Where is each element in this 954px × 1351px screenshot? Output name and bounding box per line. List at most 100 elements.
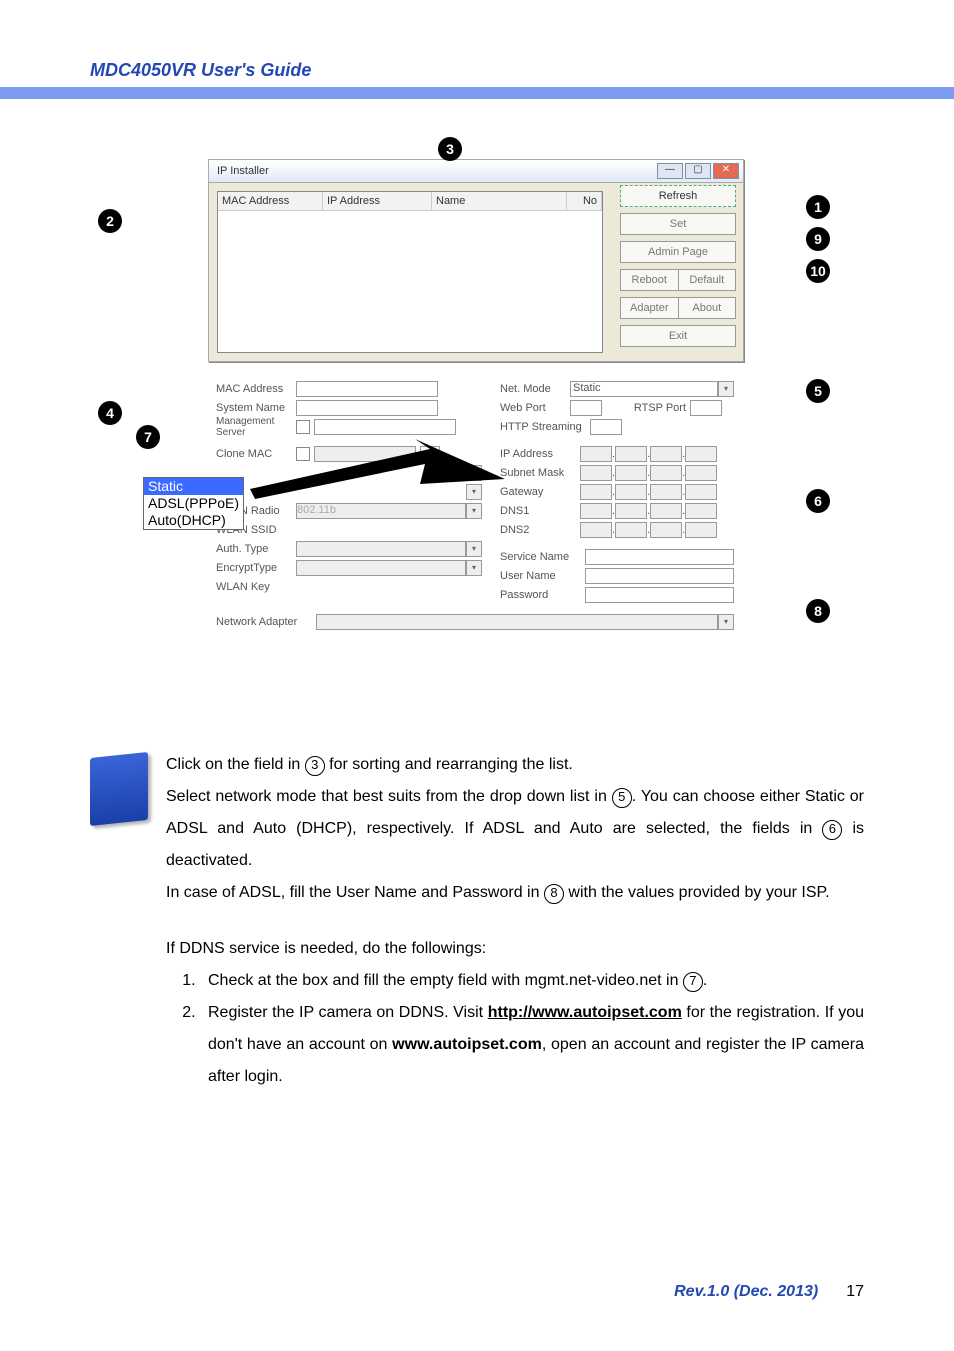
ip-address-label: IP Address (500, 448, 580, 460)
sm-4[interactable] (685, 465, 717, 481)
circle-8-icon: 8 (544, 884, 564, 904)
li2a: Register the IP camera on DDNS. Visit (208, 1004, 488, 1021)
net-mode-dropdown-icon[interactable]: ▾ (718, 381, 734, 397)
autoipset-link[interactable]: http://www.autoipset.com (488, 1004, 682, 1021)
system-name-input[interactable] (296, 400, 438, 416)
network-adapter-dropdown-icon[interactable]: ▾ (718, 614, 734, 630)
step-1: Check at the box and fill the empty fiel… (200, 965, 864, 997)
net-mode-option-static[interactable]: Static (144, 478, 243, 495)
page-header-title: MDC4050VR User's Guide (90, 60, 864, 81)
net-mode-option-adsl[interactable]: ADSL(PPPoE) (144, 495, 243, 512)
p3b: with the values provided by your ISP. (564, 884, 830, 901)
mac-address-input[interactable] (296, 381, 438, 397)
net-mode-select[interactable]: Static (570, 381, 718, 397)
d2-1[interactable] (580, 522, 612, 538)
d2-3[interactable] (650, 522, 682, 538)
gateway-label: Gateway (500, 486, 580, 498)
encrypt-type-dropdown-icon[interactable]: ▾ (466, 560, 482, 576)
d1-2[interactable] (615, 503, 647, 519)
system-name-label: System Name (216, 402, 296, 414)
reboot-button[interactable]: Reboot (621, 270, 679, 290)
circle-6-icon: 6 (822, 820, 842, 840)
sm-1[interactable] (580, 465, 612, 481)
default-button[interactable]: Default (679, 270, 736, 290)
li1a: Check at the box and fill the empty fiel… (208, 972, 683, 989)
gw-2[interactable] (615, 484, 647, 500)
circle-5-icon: 5 (612, 788, 632, 808)
device-list-header[interactable]: MAC Address IP Address Name No (218, 192, 602, 211)
refresh-button[interactable]: Refresh (620, 185, 736, 207)
adapter-button[interactable]: Adapter (621, 298, 679, 318)
window-titlebar: IP Installer — ▢ ✕ (209, 160, 743, 183)
gw-1[interactable] (580, 484, 612, 500)
action-buttons-panel: Refresh Set Admin Page Reboot Default Ad… (620, 185, 736, 347)
service-name-input[interactable] (585, 549, 734, 565)
ip-4[interactable] (685, 446, 717, 462)
device-list[interactable]: MAC Address IP Address Name No (217, 191, 603, 353)
rtsp-port-input[interactable] (690, 400, 722, 416)
ip-installer-figure: IP Installer — ▢ ✕ MAC Address IP Addres… (90, 129, 864, 689)
admin-page-button[interactable]: Admin Page (620, 241, 736, 263)
callout-1: 1 (806, 195, 830, 219)
p2a: Select network mode that best suits from… (166, 788, 612, 805)
user-name-input[interactable] (585, 568, 734, 584)
revision-text: Rev.1.0 (Dec. 2013) (674, 1283, 818, 1301)
li1b: . (703, 972, 707, 989)
callout-3: 3 (438, 137, 462, 161)
net-mode-option-auto[interactable]: Auto(DHCP) (144, 512, 243, 529)
callout-10: 10 (806, 259, 830, 283)
col-name-header[interactable]: Name (432, 192, 567, 210)
wlan-key-label: WLAN Key (216, 581, 296, 593)
d2-2[interactable] (615, 522, 647, 538)
minimize-button[interactable]: — (657, 163, 683, 179)
document-icon (90, 752, 148, 826)
auth-type-dropdown-icon[interactable]: ▾ (466, 541, 482, 557)
callout-arrow-icon (250, 429, 510, 509)
password-input[interactable] (585, 587, 734, 603)
page-footer: Rev.1.0 (Dec. 2013) 17 (90, 1283, 864, 1301)
about-button[interactable]: About (679, 298, 736, 318)
window-title: IP Installer (213, 165, 655, 177)
subnet-mask-label: Subnet Mask (500, 467, 580, 479)
header-divider (0, 87, 954, 99)
net-mode-label: Net. Mode (500, 383, 570, 395)
step-2: Register the IP camera on DDNS. Visit ht… (200, 997, 864, 1093)
col-ip-header[interactable]: IP Address (323, 192, 432, 210)
d2-4[interactable] (685, 522, 717, 538)
set-button[interactable]: Set (620, 213, 736, 235)
service-name-label: Service Name (500, 551, 585, 563)
ip-1[interactable] (580, 446, 612, 462)
dns1-label: DNS1 (500, 505, 580, 517)
ip-3[interactable] (650, 446, 682, 462)
callout-4: 4 (98, 401, 122, 425)
http-streaming-input[interactable] (590, 419, 622, 435)
network-adapter-select[interactable] (316, 614, 718, 630)
maximize-button[interactable]: ▢ (685, 163, 711, 179)
rtsp-port-label: RTSP Port (626, 402, 686, 414)
d1-3[interactable] (650, 503, 682, 519)
sm-3[interactable] (650, 465, 682, 481)
mac-address-label: MAC Address (216, 383, 296, 395)
ip-2[interactable] (615, 446, 647, 462)
auth-type-select[interactable] (296, 541, 466, 557)
password-label: Password (500, 589, 585, 601)
col-no-header[interactable]: No (567, 192, 602, 210)
gw-3[interactable] (650, 484, 682, 500)
web-port-input[interactable] (570, 400, 602, 416)
p4: If DDNS service is needed, do the follow… (166, 933, 864, 965)
network-adapter-label: Network Adapter (216, 616, 316, 628)
encrypt-type-select[interactable] (296, 560, 466, 576)
sm-2[interactable] (615, 465, 647, 481)
close-button[interactable]: ✕ (713, 163, 739, 179)
exit-button[interactable]: Exit (620, 325, 736, 347)
col-mac-header[interactable]: MAC Address (218, 192, 323, 210)
instruction-text: Click on the field in 3 for sorting and … (90, 749, 864, 1093)
callout-2: 2 (98, 209, 122, 233)
d1-4[interactable] (685, 503, 717, 519)
d1-1[interactable] (580, 503, 612, 519)
callout-7: 7 (136, 425, 160, 449)
gw-4[interactable] (685, 484, 717, 500)
web-port-label: Web Port (500, 402, 570, 414)
adapter-about-buttons: Adapter About (620, 297, 736, 319)
callout-5: 5 (806, 379, 830, 403)
